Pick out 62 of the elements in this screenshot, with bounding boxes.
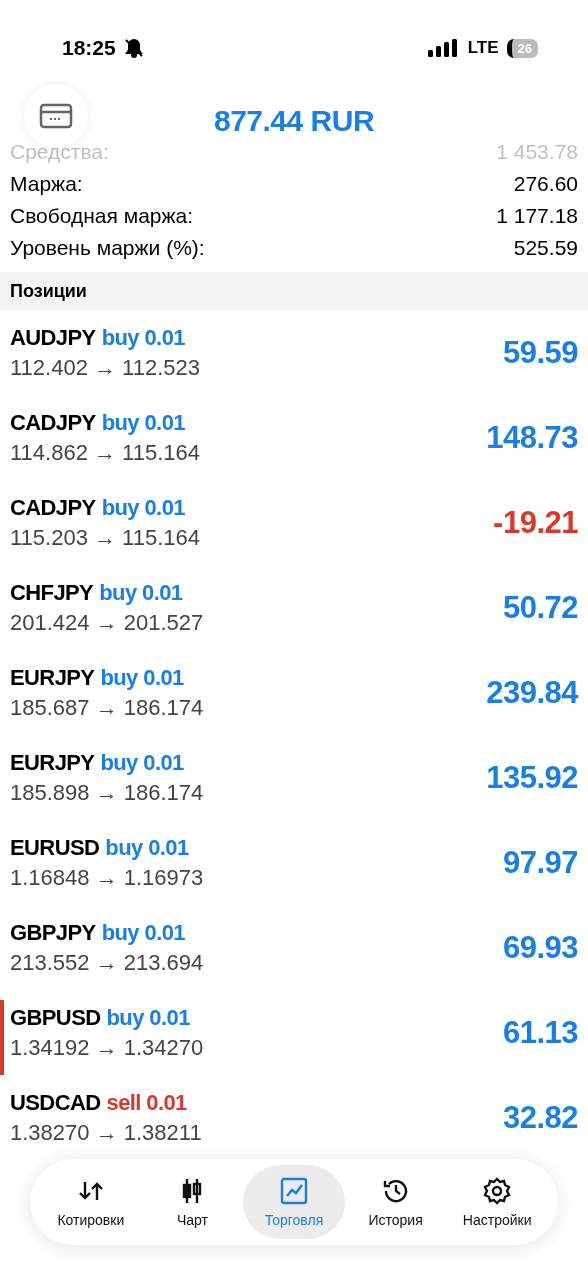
order-label: buy 0.01: [106, 1004, 190, 1031]
summary-value: 525.59: [513, 236, 578, 260]
card-icon: [39, 103, 73, 129]
order-label: buy 0.01: [105, 834, 189, 861]
price-range: 112.402 → 112.523: [10, 354, 200, 381]
settings-icon: [482, 1176, 513, 1206]
symbol-label: EURJPY: [10, 664, 95, 691]
price-range: 213.552 → 213.694: [10, 949, 204, 976]
price-range: 1.38270 → 1.38211: [10, 1119, 202, 1146]
summary-value: 276.60: [513, 172, 578, 196]
status-time: 18:25: [62, 36, 116, 60]
price-range: 201.424 → 201.527: [10, 609, 204, 636]
symbol-label: AUDJPY: [10, 324, 96, 351]
profit-value: 97.97: [502, 844, 578, 881]
price-range: 185.898 → 186.174: [10, 779, 204, 806]
symbol-label: EURUSD: [10, 834, 100, 861]
profit-value: 69.93: [502, 929, 578, 966]
price-range: 1.34192 → 1.34270: [10, 1034, 204, 1061]
profit-value: 239.84: [486, 674, 578, 711]
profit-value: 32.82: [502, 1099, 578, 1136]
symbol-label: USDCAD: [10, 1089, 101, 1116]
summary-label: Уровень маржи (%):: [10, 236, 205, 260]
network-label: LTE: [467, 38, 499, 58]
symbol-label: GBPJPY: [10, 919, 96, 946]
summary-value: 1 453.78: [496, 140, 578, 164]
order-label: buy 0.01: [101, 324, 185, 351]
price-range: 114.862 → 115.164: [10, 439, 200, 466]
symbol-label: CHFJPY: [10, 579, 94, 606]
battery-indicator: 26: [506, 38, 538, 58]
symbol-label: GBPUSD: [10, 1004, 101, 1031]
summary-value: 1 177.18: [496, 204, 578, 228]
order-label: buy 0.01: [99, 579, 183, 606]
summary-label: Свободная маржа:: [10, 204, 194, 228]
profit-value: 59.59: [502, 334, 578, 371]
profit-value: 50.72: [502, 589, 578, 626]
symbol-label: EURJPY: [10, 749, 95, 776]
tab[interactable]: Настройки: [446, 1165, 548, 1239]
line-chart-icon: [279, 1176, 309, 1206]
order-label: buy 0.01: [101, 409, 185, 436]
order-label: sell 0.01: [106, 1089, 187, 1116]
summary-label: Средства:: [10, 140, 109, 164]
summary-label: Маржа:: [10, 172, 83, 196]
bell-off-icon: [123, 38, 144, 58]
profit-value: -19.21: [493, 504, 578, 541]
order-label: buy 0.01: [101, 494, 185, 521]
tab[interactable]: История: [344, 1165, 447, 1239]
tab[interactable]: Чарт: [141, 1165, 244, 1239]
tab[interactable]: Котировки: [40, 1165, 142, 1239]
section-title: Позиции: [10, 280, 87, 302]
order-label: buy 0.01: [100, 749, 184, 776]
signal-icon: [427, 39, 460, 57]
price-range: 115.203 → 115.164: [10, 524, 200, 551]
profit-value: 135.92: [486, 759, 578, 796]
symbol-label: CADJPY: [10, 409, 96, 436]
order-label: buy 0.01: [100, 664, 184, 691]
price-range: 185.687 → 186.174: [10, 694, 204, 721]
profit-value: 61.13: [502, 1014, 578, 1051]
balance-title: 877.44 RUR: [213, 104, 375, 138]
profit-value: 148.73: [486, 419, 578, 456]
order-label: buy 0.01: [101, 919, 185, 946]
symbol-label: CADJPY: [10, 494, 96, 521]
price-range: 1.16848 → 1.16973: [10, 864, 204, 891]
